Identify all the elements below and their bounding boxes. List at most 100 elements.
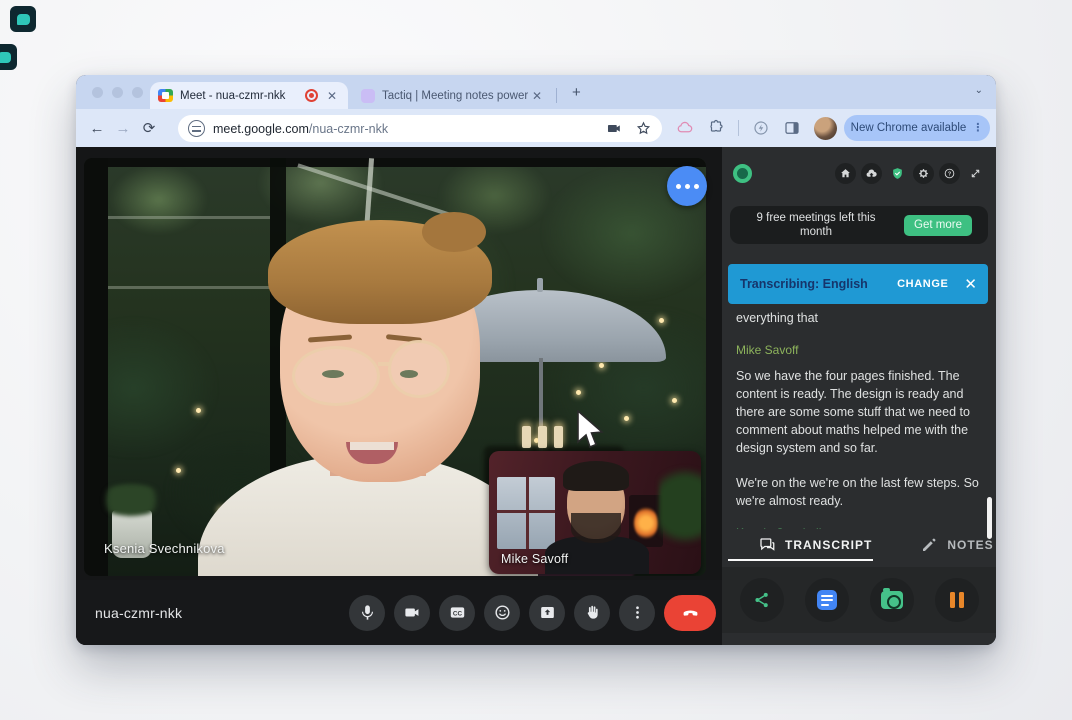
plant xyxy=(659,461,701,551)
new-tab-button[interactable]: + xyxy=(572,85,581,100)
home-button[interactable] xyxy=(835,163,856,184)
raise-hand-button[interactable] xyxy=(574,595,610,631)
tab-tactiq[interactable]: Tactiq | Meeting notes power ✕ xyxy=(353,82,553,109)
home-icon xyxy=(839,167,852,180)
beard xyxy=(571,513,621,543)
glasses-lens xyxy=(388,340,450,398)
microphone-button[interactable] xyxy=(349,595,385,631)
more-vertical-icon xyxy=(628,603,647,622)
page-content: Ksenia Svechnikova Mike Savoff nua- xyxy=(76,147,996,645)
weather-cloud-extension-icon[interactable] xyxy=(676,119,694,137)
pause-icon xyxy=(950,592,964,608)
minimize-window-button[interactable] xyxy=(112,87,123,98)
site-info-icon[interactable] xyxy=(188,120,205,137)
privacy-shield-button[interactable] xyxy=(887,163,908,184)
camera-icon xyxy=(881,591,903,609)
cloud-backup-button[interactable] xyxy=(861,163,882,184)
transcript-speaker: Ksenia Svechnikova xyxy=(736,524,984,529)
url-path: /nua-czmr-nkk xyxy=(309,122,388,136)
reactions-button[interactable] xyxy=(484,595,520,631)
end-call-icon xyxy=(681,603,700,622)
expand-diagonal-icon xyxy=(969,167,982,180)
camera-icon xyxy=(403,603,422,622)
main-video-tile[interactable]: Ksenia Svechnikova Mike Savoff xyxy=(84,158,706,576)
tab-search-chevron-icon[interactable]: ⌄ xyxy=(975,85,983,96)
close-tab-icon[interactable]: ✕ xyxy=(529,89,545,103)
screenshot-button[interactable] xyxy=(870,578,914,622)
help-button[interactable]: ? xyxy=(939,163,960,184)
present-icon xyxy=(538,603,557,622)
share-button[interactable] xyxy=(740,578,784,622)
pip-video-tile[interactable]: Mike Savoff xyxy=(489,451,701,574)
extensions-puzzle-icon[interactable] xyxy=(707,119,725,137)
forward-button[interactable]: → xyxy=(110,120,136,137)
captions-button[interactable]: CC xyxy=(439,595,475,631)
meet-stage: Ksenia Svechnikova Mike Savoff nua- xyxy=(76,147,722,645)
back-button[interactable]: ← xyxy=(84,120,110,137)
chat-typing-bubble[interactable] xyxy=(667,166,707,206)
tab-transcript[interactable]: TRANSCRIPT xyxy=(758,536,872,554)
tab-label: TRANSCRIPT xyxy=(785,538,872,552)
transcript-list[interactable]: everything that Mike Savoff So we have t… xyxy=(736,307,984,529)
desktop-chat-app-icon[interactable] xyxy=(10,6,36,32)
meeting-code: nua-czmr-nkk xyxy=(95,605,182,621)
pause-recording-button[interactable] xyxy=(935,578,979,622)
meet-control-bar: nua-czmr-nkk CC xyxy=(76,580,722,645)
snowy-window xyxy=(497,477,555,549)
present-screen-button[interactable] xyxy=(529,595,565,631)
recording-indicator-icon xyxy=(305,89,318,102)
hair xyxy=(563,461,629,491)
chat-bubbles-icon xyxy=(758,536,776,554)
battery-saver-icon[interactable] xyxy=(752,119,770,137)
usage-text: 9 free meetings left this month xyxy=(730,211,902,239)
browser-window: Meet - nua-czmr-nkk ✕ Tactiq | Meeting n… xyxy=(76,75,996,645)
transcript-text: everything that xyxy=(736,309,984,327)
eye xyxy=(322,370,344,378)
smiley-icon xyxy=(493,603,512,622)
desktop-chat-app-icon-2[interactable] xyxy=(0,44,17,70)
more-options-button[interactable] xyxy=(619,595,655,631)
profile-avatar[interactable] xyxy=(814,117,837,140)
address-bar[interactable]: meet.google.com/nua-czmr-nkk xyxy=(178,115,662,142)
panel-action-bar xyxy=(722,567,996,633)
tab-notes[interactable]: NOTES xyxy=(920,536,993,554)
captions-icon: CC xyxy=(448,603,467,622)
get-more-button[interactable]: Get more xyxy=(904,215,972,236)
camera-button[interactable] xyxy=(394,595,430,631)
window-traffic-lights[interactable] xyxy=(92,87,143,98)
document-icon xyxy=(817,590,837,610)
side-panel-icon[interactable] xyxy=(783,119,801,137)
settings-button[interactable] xyxy=(913,163,934,184)
close-banner-icon[interactable]: ✕ xyxy=(964,275,977,293)
url-host: meet.google.com xyxy=(213,122,309,136)
tab-camera-access-icon[interactable] xyxy=(606,120,623,137)
tactiq-logo-icon xyxy=(733,164,752,183)
close-tab-icon[interactable]: ✕ xyxy=(324,89,340,103)
hand-icon xyxy=(583,603,602,622)
door-frame xyxy=(84,158,108,576)
panel-scrollbar[interactable] xyxy=(987,497,992,539)
desktop: Meet - nua-czmr-nkk ✕ Tactiq | Meeting n… xyxy=(0,0,1072,720)
transcript-text: So we have the four pages finished. The … xyxy=(736,367,984,457)
tab-label: NOTES xyxy=(947,538,993,552)
main-participant-name: Ksenia Svechnikova xyxy=(104,541,225,556)
notes-document-button[interactable] xyxy=(805,578,849,622)
expand-panel-button[interactable] xyxy=(965,163,986,184)
update-label: New Chrome available xyxy=(851,122,967,134)
bookmark-star-icon[interactable] xyxy=(635,120,652,137)
microphone-icon xyxy=(358,603,377,622)
transcript-speaker: Mike Savoff xyxy=(736,341,984,359)
tactiq-favicon-icon xyxy=(361,89,375,103)
browser-menu-icon[interactable]: ⋮ xyxy=(972,126,983,130)
mouse-cursor xyxy=(576,410,606,454)
zoom-window-button[interactable] xyxy=(132,87,143,98)
refresh-button[interactable]: ⟳ xyxy=(136,119,162,137)
end-call-button[interactable] xyxy=(664,595,716,631)
change-language-button[interactable]: CHANGE xyxy=(897,278,948,290)
url-text[interactable]: meet.google.com/nua-czmr-nkk xyxy=(213,122,606,136)
chrome-update-button[interactable]: New Chrome available ⋮ xyxy=(844,115,990,141)
tab-meet[interactable]: Meet - nua-czmr-nkk ✕ xyxy=(150,82,348,109)
hair-bun xyxy=(268,220,492,324)
close-window-button[interactable] xyxy=(92,87,103,98)
usage-card: 9 free meetings left this month Get more xyxy=(730,206,988,244)
